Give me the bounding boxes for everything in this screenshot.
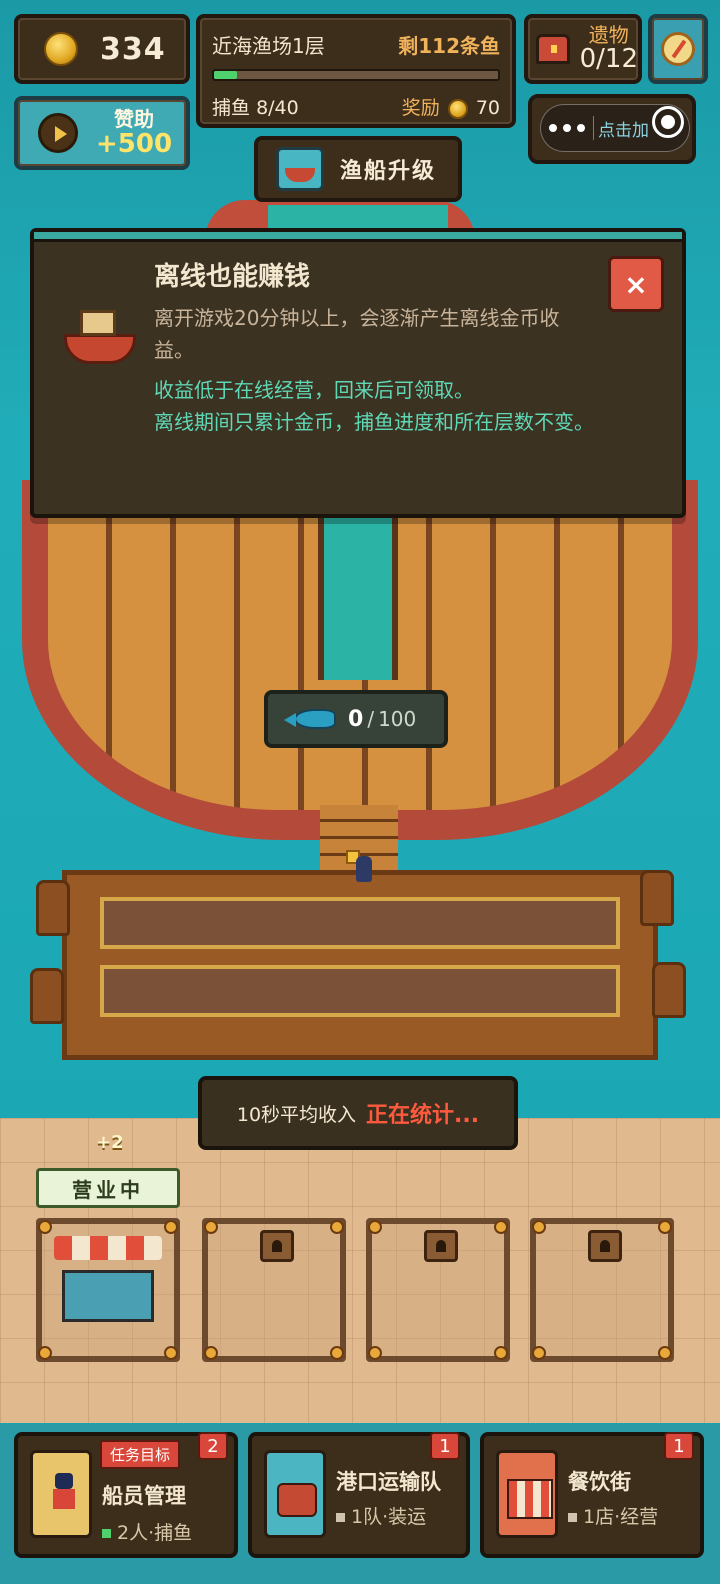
- coin-amount: 334: [100, 31, 166, 67]
- dialog-note-line: 离线期间只累计金币，捕鱼进度和所在层数不变。: [154, 410, 594, 434]
- shop-slot-locked[interactable]: [530, 1218, 674, 1362]
- sponsor-label: 赞助: [114, 106, 155, 131]
- shop-status-badge: 营业中: [36, 1168, 180, 1208]
- income-display: 10秒平均收入 正在统计...: [198, 1076, 518, 1150]
- dialog-note-line: 收益低于在线经营，回来后可领取。: [154, 378, 474, 402]
- fishing-boat-icon: [60, 304, 140, 374]
- mini-program-capsule: 点击加: [528, 94, 696, 164]
- nav-title: 船员管理: [102, 1484, 186, 1508]
- sponsor-reward: +500: [96, 128, 173, 159]
- catch-label: 捕鱼: [212, 97, 251, 119]
- reward-label: 奖励: [401, 97, 440, 119]
- nav-subtitle: 1店·经营: [568, 1502, 658, 1529]
- pier-lane: [100, 965, 620, 1017]
- dialog-title: 离线也能赚钱: [154, 262, 311, 292]
- income-label: 10秒平均收入: [236, 1103, 357, 1126]
- worker-body: [356, 856, 372, 882]
- lock-icon: [424, 1230, 458, 1262]
- shop-status-label: 营业中: [72, 1177, 144, 1202]
- video-play-icon: [38, 113, 78, 153]
- mooring-post: [36, 880, 70, 936]
- coin-icon: [44, 32, 78, 66]
- fish-icon: [284, 709, 336, 729]
- nav-subtitle-text: 1队·装运: [351, 1506, 427, 1528]
- dialog-close-button[interactable]: ×: [608, 256, 664, 312]
- nav-title: 餐饮街: [568, 1470, 631, 1494]
- coin-counter: 334: [14, 14, 190, 84]
- notification-badge: 2: [198, 1432, 228, 1460]
- compass-icon: [661, 32, 695, 66]
- fish-current: 0: [348, 706, 364, 732]
- nav-title: 港口运输队: [336, 1470, 441, 1494]
- status-dot: [102, 1529, 111, 1538]
- fish-separator: /: [367, 707, 375, 731]
- ship-fish-hold: [318, 505, 398, 680]
- worker-character: [346, 850, 376, 886]
- sailor-icon: [30, 1450, 92, 1538]
- notification-badge: 1: [430, 1432, 460, 1460]
- notification-badge: 1: [664, 1432, 694, 1460]
- relic-count: 0/12: [579, 43, 638, 74]
- nav-subtitle: 1队·装运: [336, 1502, 426, 1529]
- mooring-post: [652, 962, 686, 1018]
- catch-progress: 捕鱼 8/40: [212, 93, 299, 120]
- nav-subtitle: 2人·捕鱼: [102, 1518, 192, 1545]
- nav-subtitle-text: 2人·捕鱼: [117, 1522, 193, 1544]
- reward-value: 70: [475, 97, 500, 119]
- mooring-post: [640, 870, 674, 926]
- restaurant-icon: [496, 1450, 558, 1538]
- food-street-button[interactable]: 餐饮街 1店·经营 1: [480, 1432, 704, 1558]
- shop-slot-locked[interactable]: [366, 1218, 510, 1362]
- lock-icon: [260, 1230, 294, 1262]
- fish-remaining: 剩112条鱼: [398, 34, 500, 58]
- close-icon: ×: [624, 267, 648, 301]
- relic-label: 遗物: [588, 22, 629, 47]
- crew-management-button[interactable]: 任务目标 船员管理 2人·捕鱼 2: [14, 1432, 238, 1558]
- income-status: 正在统计...: [366, 1103, 480, 1128]
- delivery-truck-icon: [264, 1450, 326, 1538]
- status-dot: [336, 1513, 345, 1522]
- task-goal-tag: 任务目标: [100, 1440, 181, 1469]
- nav-subtitle-text: 1店·经营: [583, 1506, 659, 1528]
- level-panel[interactable]: 近海渔场1层 剩112条鱼 捕鱼 8/40 奖励 70: [196, 14, 516, 128]
- fish-capacity: 100: [378, 707, 417, 731]
- catch-value: 8/40: [256, 97, 299, 119]
- dialog-description: 离开游戏20分钟以上，会逐渐产生离线金币收益。: [154, 306, 560, 362]
- fish-hold-counter: 0 / 100: [264, 690, 448, 748]
- coin-icon: [447, 98, 468, 119]
- status-dot: [568, 1513, 577, 1522]
- fish-stall-icon: [54, 1230, 162, 1326]
- capsule-divider: [593, 116, 594, 140]
- mooring-post: [30, 968, 64, 1024]
- offline-earnings-dialog: 离线也能赚钱 离开游戏20分钟以上，会逐渐产生离线金币收益。 收益低于在线经营，…: [30, 228, 686, 518]
- treasure-chest-icon: [536, 34, 570, 64]
- pier-lane: [100, 897, 620, 949]
- level-name: 近海渔场1层: [212, 34, 325, 58]
- sponsor-button[interactable]: 赞助 +500: [14, 96, 190, 170]
- more-menu-icon[interactable]: [541, 124, 593, 132]
- dialog-note: 收益低于在线经营，回来后可领取。 离线期间只累计金币，捕鱼进度和所在层数不变。: [154, 374, 594, 438]
- boat-upgrade-button[interactable]: 渔船升级: [254, 136, 462, 202]
- dialog-top-bar: [34, 232, 682, 242]
- port-transport-button[interactable]: 港口运输队 1队·装运 1: [248, 1432, 470, 1558]
- level-reward: 奖励 70: [402, 93, 500, 120]
- compass-button[interactable]: [648, 14, 708, 84]
- shop-slot-fish-stall[interactable]: [36, 1218, 180, 1362]
- capsule-hint: 点击加: [598, 120, 649, 141]
- relic-button[interactable]: 遗物 0/12: [524, 14, 642, 84]
- level-progress-fill: [214, 71, 237, 79]
- shop-slot-locked[interactable]: [202, 1218, 346, 1362]
- close-mini-program-icon[interactable]: [652, 106, 684, 138]
- coin-gain-popup: +2: [96, 1132, 124, 1153]
- lock-icon: [588, 1230, 622, 1262]
- level-progress-bar: [212, 69, 500, 81]
- boat-upgrade-label: 渔船升级: [340, 159, 437, 184]
- fishing-boat-icon: [276, 147, 324, 191]
